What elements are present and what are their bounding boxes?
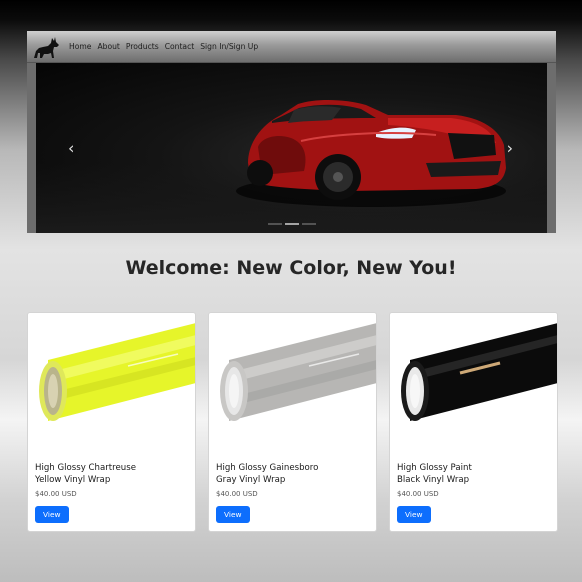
card-body: High Glossy Paint Black Vinyl Wrap $40.0… (397, 463, 551, 523)
product-image-gray-roll (220, 323, 376, 421)
nav-about[interactable]: About (97, 42, 119, 51)
red-car-image (236, 99, 506, 207)
product-title: High Glossy Gainesboro Gray Vinyl Wrap (216, 463, 370, 486)
site-container: Home About Products Contact Sign In/Sign… (27, 31, 556, 233)
card-body: High Glossy Chartreuse Yellow Vinyl Wrap… (35, 463, 189, 523)
carousel-indicator[interactable] (301, 223, 316, 225)
product-title-line-1: High Glossy Paint (397, 463, 472, 473)
page-headline: Welcome: New Color, New You! (125, 257, 457, 279)
chevron-right-icon[interactable]: › (507, 139, 513, 158)
nav-sign-in[interactable]: Sign In/Sign Up (200, 42, 258, 51)
hero-carousel: ‹ › (27, 63, 556, 233)
carousel-slide-red-car: ‹ › (36, 63, 547, 233)
product-price: $40.00 USD (216, 490, 258, 498)
product-price: $40.00 USD (397, 490, 439, 498)
product-title: High Glossy Chartreuse Yellow Vinyl Wrap (35, 463, 189, 486)
view-button[interactable]: View (35, 506, 69, 523)
product-card-yellow[interactable]: High Glossy Chartreuse Yellow Vinyl Wrap… (27, 312, 196, 532)
carousel-indicators (267, 223, 316, 225)
carousel-indicator[interactable] (267, 223, 282, 225)
product-title-line-2: Gray Vinyl Wrap (216, 474, 286, 485)
navbar: Home About Products Contact Sign In/Sign… (27, 31, 556, 63)
nav-links: Home About Products Contact Sign In/Sign… (69, 42, 264, 51)
view-button[interactable]: View (216, 506, 250, 523)
product-image-black-roll (401, 323, 557, 421)
carousel-indicator-active[interactable] (284, 223, 299, 225)
product-image-yellow-roll (39, 323, 195, 421)
nav-contact[interactable]: Contact (165, 42, 195, 51)
product-title-line-2: Yellow Vinyl Wrap (35, 474, 111, 485)
product-cards: High Glossy Chartreuse Yellow Vinyl Wrap… (27, 312, 558, 532)
product-title-line-2: Black Vinyl Wrap (397, 474, 470, 485)
nav-home[interactable]: Home (69, 42, 91, 51)
product-title: High Glossy Paint Black Vinyl Wrap (397, 463, 551, 486)
chevron-left-icon[interactable]: ‹ (68, 139, 74, 158)
nav-products[interactable]: Products (126, 42, 159, 51)
wolf-logo-icon[interactable] (31, 34, 61, 60)
view-button[interactable]: View (397, 506, 431, 523)
product-card-black[interactable]: High Glossy Paint Black Vinyl Wrap $40.0… (389, 312, 558, 532)
product-title-line-1: High Glossy Chartreuse (35, 463, 137, 473)
product-price: $40.00 USD (35, 490, 77, 498)
product-title-line-1: High Glossy Gainesboro (216, 463, 319, 473)
card-body: High Glossy Gainesboro Gray Vinyl Wrap $… (216, 463, 370, 523)
product-card-gray[interactable]: High Glossy Gainesboro Gray Vinyl Wrap $… (208, 312, 377, 532)
